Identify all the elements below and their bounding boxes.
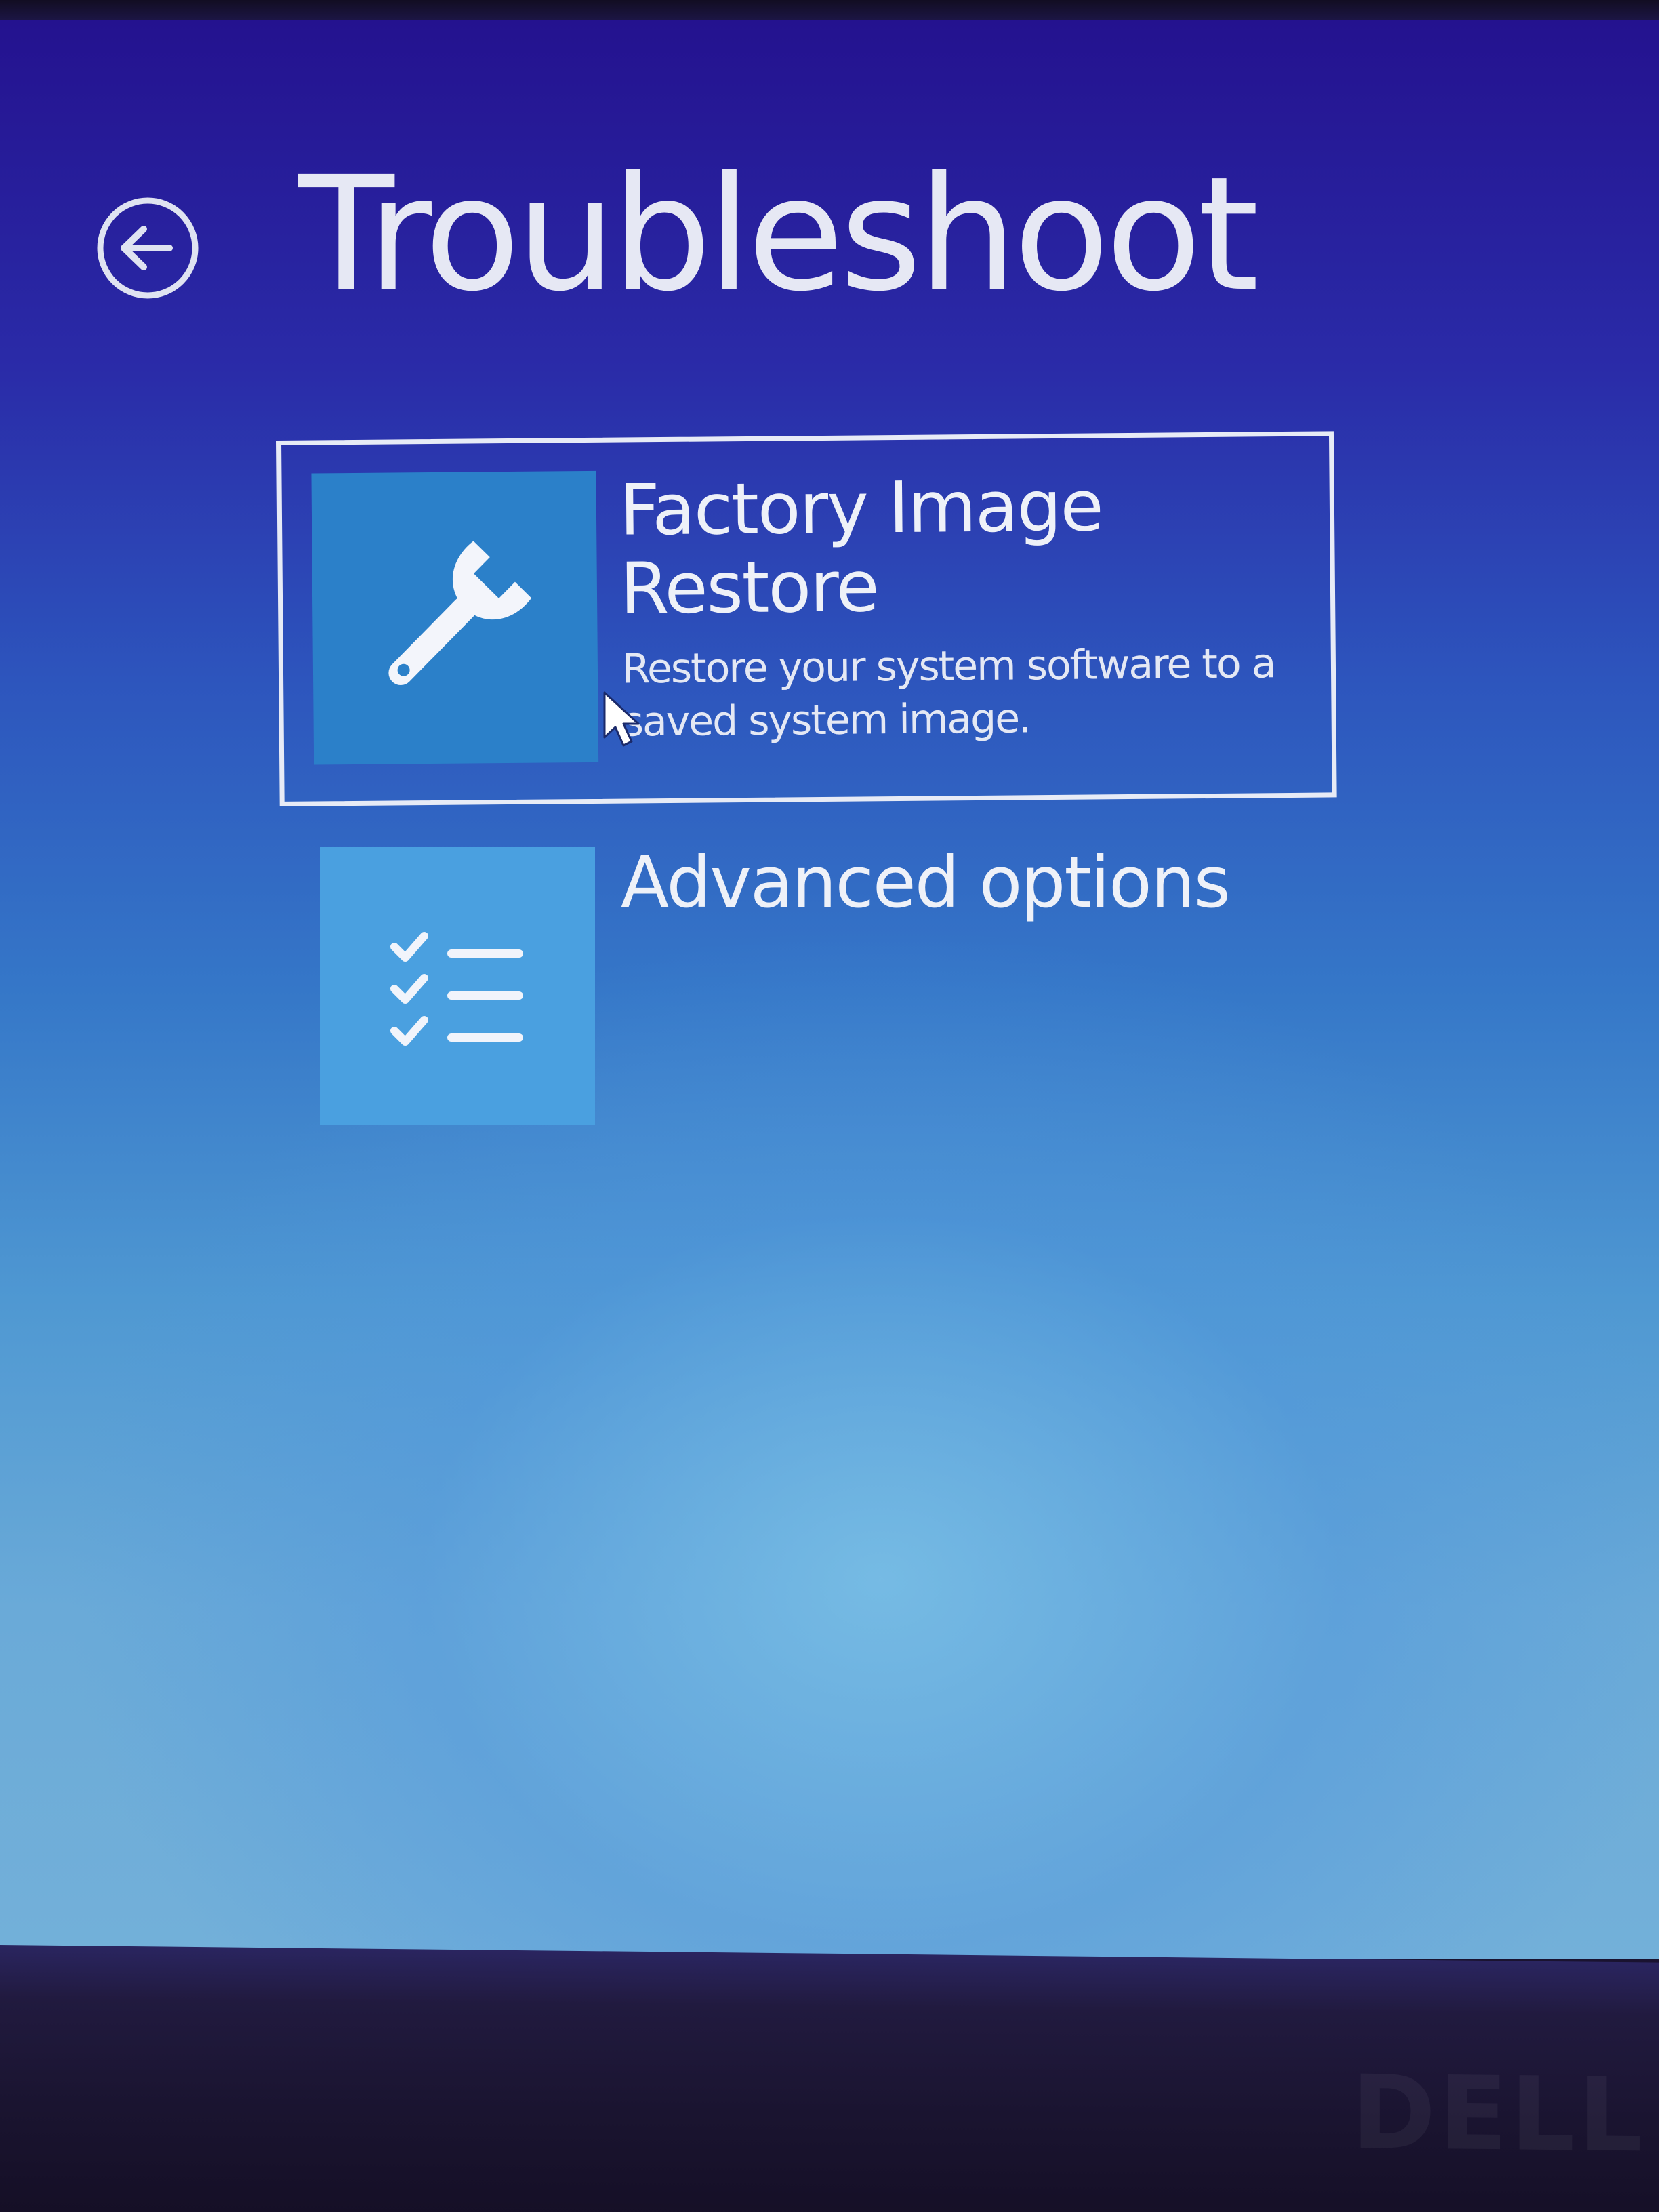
back-arrow-circle-icon [97,197,199,299]
advanced-options-icon-tile [320,847,595,1125]
mouse-pointer-icon [602,690,642,751]
factory-image-restore-title: Factory Image Restore [619,464,1103,630]
wrench-icon [388,541,532,686]
advanced-options-title: Advanced options [621,841,1231,924]
monitor-logo: DELL [1351,2053,1645,2175]
checklist-icon [390,932,523,1046]
factory-image-restore-description: Restore your system software to a saved … [621,640,1275,746]
advanced-options-option[interactable]: Advanced options [317,843,1266,1128]
factory-image-restore-option[interactable]: Factory Image Restore Restore your syste… [276,431,1337,806]
factory-image-restore-icon-tile [311,470,599,765]
back-button[interactable] [94,194,202,302]
page-title: Troubleshoot [298,143,1259,326]
monitor-bezel-bottom: DELL [0,1945,1659,2212]
